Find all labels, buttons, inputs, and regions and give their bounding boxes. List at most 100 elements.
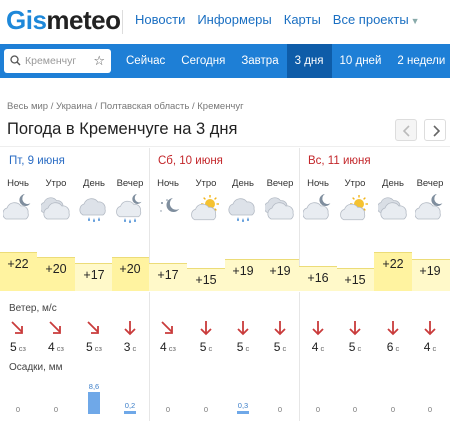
tab-4[interactable]: 10 дней <box>332 44 390 78</box>
header-divider <box>122 10 123 34</box>
wind-speed-value: 4 сз <box>160 340 176 354</box>
temperature-value: +17 <box>83 268 105 283</box>
time-of-day-label: День <box>232 178 254 189</box>
wind-direction-icon <box>312 321 324 336</box>
nav-all-projects[interactable]: Все проекты ▼ <box>333 12 420 27</box>
moon-cloud-icon <box>303 194 331 220</box>
temperature-value: +22 <box>382 257 404 271</box>
tab-1[interactable]: Сегодня <box>173 44 233 78</box>
rain-cloud-icon <box>79 198 106 222</box>
nav-news[interactable]: Новости <box>135 12 185 27</box>
precipitation-value: 0,3 <box>237 401 249 410</box>
wind-direction-icon <box>424 321 436 336</box>
search-placeholder: Кременчуг <box>25 55 77 67</box>
precipitation-bar <box>88 392 100 414</box>
precipitation-value: 0 <box>315 405 321 414</box>
precipitation-value: 0 <box>15 405 21 414</box>
time-of-day-label: Ночь <box>157 178 179 189</box>
temperature-value: +20 <box>45 261 67 276</box>
sun-cloud-icon <box>191 195 219 221</box>
wind-speed-value: 5 с <box>236 340 250 354</box>
time-of-day-label: День <box>382 178 404 189</box>
wind-speed-value: 4 с <box>423 340 437 354</box>
temperature-value: +15 <box>344 273 366 287</box>
top-nav: Новости Информеры Карты Все проекты ▼ <box>135 12 420 27</box>
time-of-day-label: Вечер <box>266 178 294 189</box>
time-of-day-label: Утро <box>195 178 217 189</box>
wind-section-label: Ветер, м/с <box>9 303 57 314</box>
time-of-day-label: Утро <box>344 178 366 189</box>
tab-2[interactable]: Завтра <box>233 44 286 78</box>
prev-arrow-button[interactable] <box>395 119 417 141</box>
temperature-value: +19 <box>232 263 254 278</box>
wind-speed-value: 5 сз <box>86 340 102 354</box>
breadcrumb[interactable]: Весь мир / Украина / Полтавская область … <box>7 101 244 112</box>
page-title: Погода в Кременчуге на 3 дня <box>7 120 238 138</box>
precipitation-value: 0 <box>203 405 209 414</box>
temperature-value: +22 <box>7 257 29 271</box>
tab-0[interactable]: Сейчас <box>118 44 173 78</box>
gismeteo-logo[interactable]: Gismeteo <box>6 5 121 35</box>
time-of-day-label: Утро <box>45 178 67 189</box>
forecast-nav-bar: Кременчуг ☆ Сейчас Сегодня Завтра 3 дня 10 д… <box>0 44 450 78</box>
precipitation-bar <box>237 411 249 414</box>
favorite-star-icon[interactable]: ☆ <box>93 53 105 69</box>
wind-direction-icon <box>349 321 361 336</box>
wind-direction-icon <box>274 321 286 336</box>
temperature-value: +20 <box>119 261 141 276</box>
day-range-tabs: СейчасСегодняЗавтра3 дня10 дней2 неделиМ… <box>118 44 450 78</box>
next-arrow-button[interactable] <box>424 119 446 141</box>
wind-speed-value: 5 с <box>348 340 362 354</box>
wind-direction-icon <box>49 321 61 334</box>
chevron-left-icon <box>403 125 410 137</box>
cloud-icon <box>41 197 70 220</box>
day-heading-friday: Пт, 9 июня <box>9 155 65 167</box>
wind-speed-value: 5 сз <box>10 340 26 354</box>
temperature-value: +17 <box>157 268 179 283</box>
wind-direction-icon <box>87 321 99 334</box>
time-of-day-label: Вечер <box>416 178 444 189</box>
city-search-input[interactable]: Кременчуг ☆ <box>4 49 111 73</box>
moon-rain-cloud-icon <box>116 194 142 223</box>
chevron-down-icon: ▼ <box>410 16 420 26</box>
wind-direction-icon <box>237 321 249 336</box>
temperature-value: +16 <box>307 270 329 285</box>
wind-speed-value: 5 с <box>199 340 213 354</box>
moon-cloud-icon <box>415 194 443 220</box>
temperature-value: +15 <box>195 273 217 287</box>
nav-maps[interactable]: Карты <box>284 12 321 27</box>
moon-cloud-icon <box>3 194 31 220</box>
wind-direction-icon <box>11 321 23 334</box>
wind-direction-icon <box>161 321 173 334</box>
precipitation-value: 8,6 <box>88 382 100 391</box>
precipitation-bar <box>124 411 136 414</box>
precipitation-value: 0 <box>53 405 59 414</box>
moon-stars-icon <box>160 198 180 212</box>
temperature-value: +19 <box>419 263 441 278</box>
temperature-value: +19 <box>269 263 291 278</box>
time-of-day-label: Ночь <box>7 178 29 189</box>
header: Gismeteo Новости Информеры Карты Все про… <box>0 0 450 44</box>
precipitation-value: 0,2 <box>124 401 136 410</box>
tab-3[interactable]: 3 дня <box>286 44 332 78</box>
temperature-band-bottom <box>0 291 450 292</box>
precipitation-value: 0 <box>390 405 396 414</box>
time-of-day-label: День <box>83 178 105 189</box>
day-heading-sunday: Вс, 11 июня <box>308 155 371 167</box>
day-heading-saturday: Сб, 10 июня <box>158 155 223 167</box>
wind-speed-value: 3 с <box>123 340 137 354</box>
wind-speed-value: 6 с <box>386 340 400 354</box>
rain-cloud-icon <box>228 198 255 222</box>
time-of-day-label: Ночь <box>307 178 329 189</box>
nav-informers[interactable]: Информеры <box>197 12 271 27</box>
wind-speed-value: 4 сз <box>48 340 64 354</box>
wind-speed-value: 4 с <box>311 340 325 354</box>
search-icon <box>10 55 21 66</box>
precipitation-value: 0 <box>352 405 358 414</box>
precipitation-value: 0 <box>277 405 283 414</box>
chevron-right-icon <box>433 125 440 137</box>
wind-speed-value: 5 с <box>273 340 287 354</box>
tab-5[interactable]: 2 недели <box>389 44 450 78</box>
time-of-day-label: Вечер <box>116 178 144 189</box>
precip-section-label: Осадки, мм <box>9 362 63 373</box>
